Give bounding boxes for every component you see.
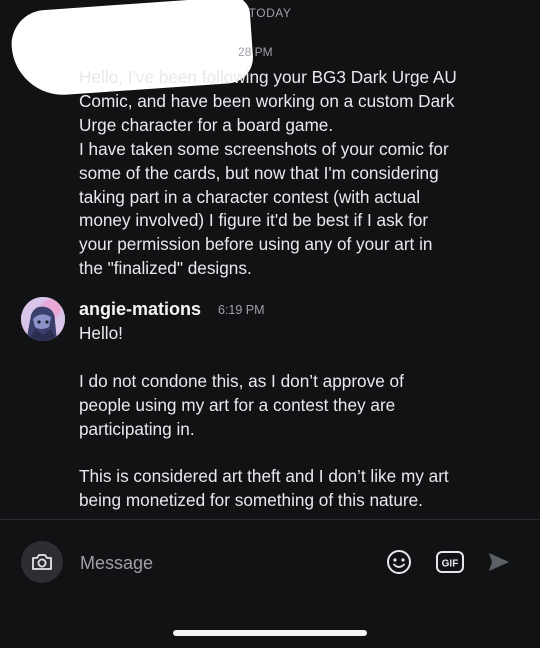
avatar[interactable] (21, 297, 65, 341)
message-text: Hello, I've been following your BG3 Dark… (79, 67, 457, 279)
send-button[interactable] (487, 551, 511, 573)
camera-button[interactable] (21, 541, 63, 583)
emoji-icon (387, 550, 411, 574)
message-input[interactable] (80, 550, 370, 576)
emoji-button[interactable] (386, 549, 412, 575)
home-indicator (173, 630, 367, 636)
camera-icon (32, 554, 52, 570)
gif-button[interactable]: GIF (436, 550, 464, 574)
gif-label: GIF (442, 559, 459, 570)
send-icon (489, 553, 509, 571)
message-timestamp: 28 PM (238, 45, 273, 59)
message-timestamp: 6:19 PM (218, 303, 265, 317)
message-text: Hello! I do not condone this, as I don’t… (79, 323, 449, 511)
author-name[interactable]: angie-mations (79, 299, 201, 320)
composer-divider (0, 519, 540, 520)
